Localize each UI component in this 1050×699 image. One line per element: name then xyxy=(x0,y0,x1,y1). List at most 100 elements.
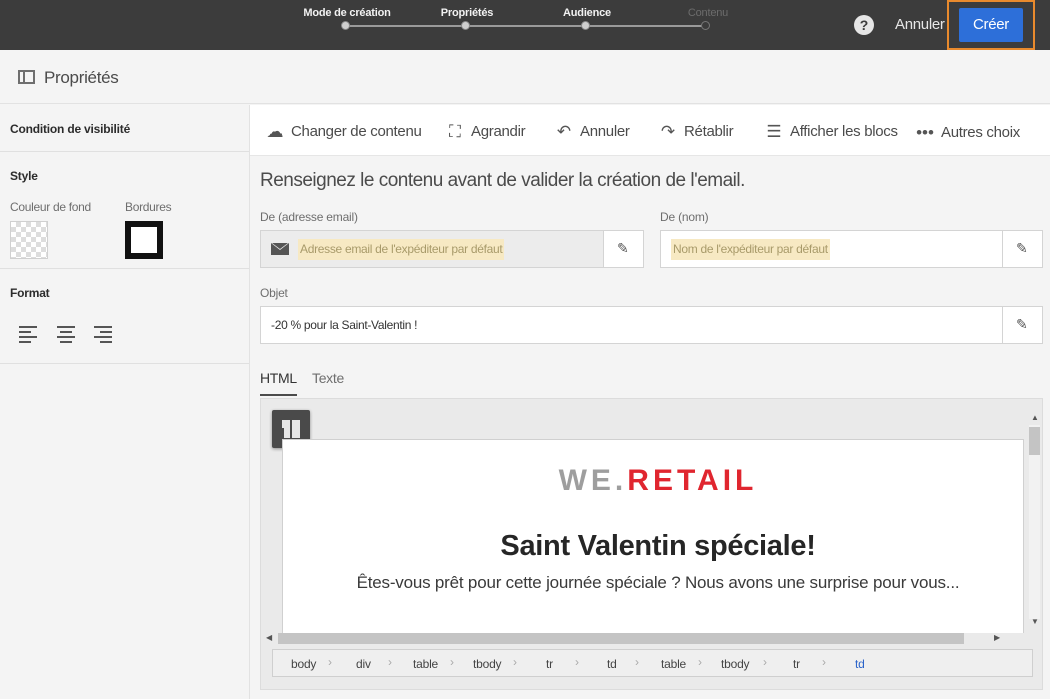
dom-breadcrumb: body › div › table › tbody › tr › td › t… xyxy=(272,649,1033,677)
email-heading[interactable]: Saint Valentin spéciale! xyxy=(283,530,1023,563)
email-paragraph[interactable]: Êtes-vous prêt pour cette journée spécia… xyxy=(343,569,973,597)
from-name-field[interactable]: Nom de l'expéditeur par défaut xyxy=(660,230,1043,268)
crumb-tbody[interactable]: tbody xyxy=(473,657,502,671)
chevron-right-icon: › xyxy=(450,655,454,669)
wizard-progress-line xyxy=(346,25,706,27)
crumb-td[interactable]: td xyxy=(607,657,617,671)
border-swatch[interactable] xyxy=(125,221,163,259)
horizontal-scrollbar[interactable]: ◀ ▶ xyxy=(264,631,1006,645)
format-section: Format xyxy=(0,269,249,364)
wizard-steps: Mode de création Propriétés Audience Con… xyxy=(300,0,760,50)
subject-field[interactable]: -20 % pour la Saint-Valentin ! xyxy=(260,306,1043,344)
align-left-icon[interactable] xyxy=(19,324,39,343)
crumb-tbody-2[interactable]: tbody xyxy=(721,657,750,671)
expand-button[interactable]: ⛶ Agrandir xyxy=(445,122,535,142)
change-content-button[interactable]: ☁ Changer de contenu xyxy=(265,122,422,142)
chevron-right-icon: › xyxy=(513,655,517,669)
brand-logo: WE.RETAIL xyxy=(283,464,1023,498)
create-button[interactable]: Créer xyxy=(959,8,1023,42)
vertical-scrollbar[interactable]: ▲ ▼ xyxy=(1026,411,1040,633)
borders-label: Bordures xyxy=(125,200,172,214)
from-name-edit-icon[interactable] xyxy=(1002,231,1042,267)
change-content-label: Changer de contenu xyxy=(291,123,422,140)
more-icon: ••• xyxy=(916,123,934,142)
crumb-body[interactable]: body xyxy=(291,657,316,671)
chevron-right-icon: › xyxy=(388,655,392,669)
chevron-right-icon: › xyxy=(635,655,639,669)
expand-icon: ⛶ xyxy=(449,122,461,141)
step-dot-properties[interactable] xyxy=(461,21,470,30)
align-right-icon[interactable] xyxy=(94,324,114,343)
step-dot-audience[interactable] xyxy=(581,21,590,30)
crumb-tr[interactable]: tr xyxy=(546,657,553,671)
wizard-bar: Mode de création Propriétés Audience Con… xyxy=(0,0,1050,50)
step-dot-creation-mode[interactable] xyxy=(341,21,350,30)
vertical-scroll-thumb[interactable] xyxy=(1029,427,1040,455)
step-label-creation-mode[interactable]: Mode de création xyxy=(303,7,390,19)
horizontal-scroll-thumb[interactable] xyxy=(278,633,964,644)
subject-label: Objet xyxy=(260,286,288,300)
list-icon: ☰ xyxy=(766,122,782,141)
from-name-placeholder: Nom de l'expéditeur par défaut xyxy=(671,239,830,260)
logo-we: WE. xyxy=(558,464,628,497)
main-content: Renseignez le contenu avant de valider l… xyxy=(250,156,1050,699)
undo-label: Annuler xyxy=(580,123,630,140)
intro-text: Renseignez le contenu avant de valider l… xyxy=(260,170,745,191)
create-button-highlight: Créer xyxy=(947,0,1035,50)
cloud-upload-icon: ☁ xyxy=(266,122,284,141)
scroll-left-icon[interactable]: ◀ xyxy=(266,633,272,643)
envelope-icon xyxy=(271,243,289,255)
crumb-table[interactable]: table xyxy=(413,657,438,671)
undo-button[interactable]: ↶ Annuler xyxy=(554,122,634,142)
format-heading: Format xyxy=(10,286,50,300)
subject-value: -20 % pour la Saint-Valentin ! xyxy=(271,318,418,332)
step-label-properties[interactable]: Propriétés xyxy=(441,7,494,19)
step-label-audience[interactable]: Audience xyxy=(563,7,611,19)
crumb-table-2[interactable]: table xyxy=(661,657,686,671)
panel-icon[interactable] xyxy=(18,70,35,84)
show-blocks-label: Afficher les blocs xyxy=(790,123,898,140)
more-options-label: Autres choix xyxy=(941,124,1020,141)
chevron-right-icon: › xyxy=(763,655,767,669)
cancel-button[interactable]: Annuler xyxy=(895,16,945,33)
more-options-button[interactable]: ••• Autres choix xyxy=(915,122,1030,142)
chevron-right-icon: › xyxy=(328,655,332,669)
step-dot-content xyxy=(701,21,710,30)
subject-edit-icon[interactable] xyxy=(1002,307,1042,343)
from-email-placeholder: Adresse email de l'expéditeur par défaut xyxy=(298,239,505,260)
crumb-td-current[interactable]: td xyxy=(855,657,865,671)
background-color-swatch[interactable] xyxy=(10,221,48,259)
redo-icon: ↷ xyxy=(660,122,676,141)
crumb-tr-2[interactable]: tr xyxy=(793,657,800,671)
editor-toolbar: ☁ Changer de contenu ⛶ Agrandir ↶ Annule… xyxy=(250,105,1050,156)
from-email-edit-icon[interactable] xyxy=(603,231,643,267)
align-center-icon[interactable] xyxy=(57,324,77,343)
properties-sidebar: Condition de visibilité Style Couleur de… xyxy=(0,105,250,699)
page-title: Propriétés xyxy=(44,68,119,87)
step-label-content: Contenu xyxy=(687,7,729,19)
chevron-right-icon: › xyxy=(822,655,826,669)
from-email-label: De (adresse email) xyxy=(260,210,358,224)
help-icon[interactable]: ? xyxy=(854,15,874,35)
show-blocks-button[interactable]: ☰ Afficher les blocs xyxy=(764,122,899,142)
background-color-label: Couleur de fond xyxy=(10,200,91,214)
visibility-section[interactable]: Condition de visibilité xyxy=(0,105,249,152)
redo-button[interactable]: ↷ Rétablir xyxy=(658,122,748,142)
visibility-heading[interactable]: Condition de visibilité xyxy=(10,122,130,136)
from-name-label: De (nom) xyxy=(660,210,709,224)
tab-text[interactable]: Texte xyxy=(312,370,344,386)
redo-label: Rétablir xyxy=(684,123,734,140)
scroll-up-icon[interactable]: ▲ xyxy=(1031,413,1039,423)
tab-html[interactable]: HTML xyxy=(260,370,297,396)
undo-icon: ↶ xyxy=(556,122,572,141)
email-canvas[interactable]: WE.RETAIL Saint Valentin spéciale! Êtes-… xyxy=(282,439,1024,633)
logo-retail: RETAIL xyxy=(627,464,758,497)
title-bar: Propriétés xyxy=(0,50,1050,104)
style-heading: Style xyxy=(10,169,38,183)
scroll-down-icon[interactable]: ▼ xyxy=(1031,617,1039,627)
crumb-div[interactable]: div xyxy=(356,657,371,671)
chevron-right-icon: › xyxy=(698,655,702,669)
from-email-field[interactable]: Adresse email de l'expéditeur par défaut xyxy=(260,230,644,268)
scroll-right-icon[interactable]: ▶ xyxy=(994,633,1000,643)
chevron-right-icon: › xyxy=(575,655,579,669)
